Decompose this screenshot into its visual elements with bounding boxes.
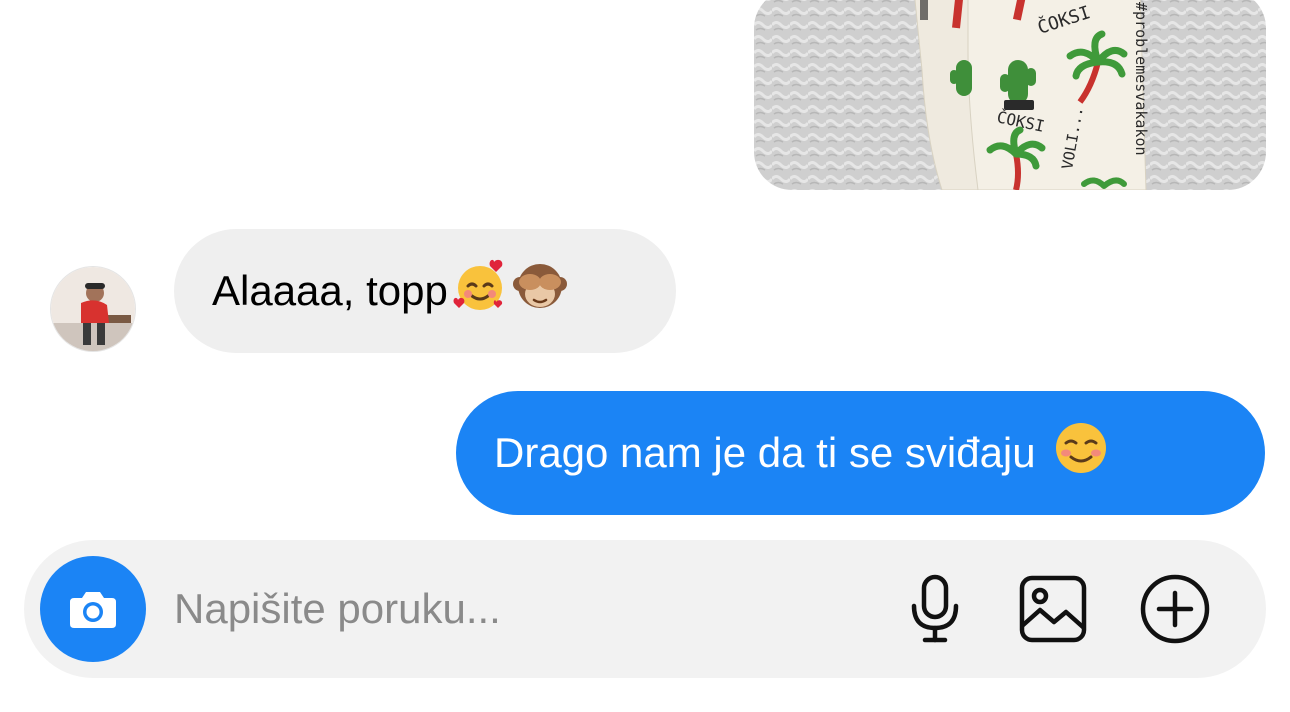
camera-icon (70, 592, 116, 628)
incoming-message-text: Alaaaa, topp (212, 267, 448, 314)
plus-circle-icon (1140, 574, 1210, 644)
photo-attachment[interactable]: ČOKSI ČOKSI #problemesvakakon VOLI... (754, 0, 1266, 190)
outgoing-message-text: Drago nam je da ti se sviđaju (494, 429, 1036, 476)
more-options-button[interactable] (1138, 572, 1212, 646)
gallery-button[interactable] (1016, 572, 1090, 646)
chat-screen: ČOKSI ČOKSI #problemesvakakon VOLI... Al… (0, 0, 1290, 712)
sock-stripe-mark (920, 0, 928, 20)
avatar-photo (51, 267, 135, 351)
socks-photo: ČOKSI ČOKSI #problemesvakakon VOLI... (754, 0, 1266, 190)
smiling-face-with-hearts-icon (452, 258, 508, 324)
see-no-evil-monkey-icon (512, 258, 568, 324)
sock-hashtag: #problemesvakakon (1132, 2, 1150, 156)
outgoing-message-bubble[interactable]: Drago nam je da ti se sviđaju (456, 391, 1265, 515)
smiling-face-icon (1052, 419, 1110, 487)
message-input[interactable] (174, 579, 874, 639)
camera-button[interactable] (40, 556, 146, 662)
contact-avatar[interactable] (50, 266, 136, 352)
microphone-icon (911, 574, 959, 643)
voice-message-button[interactable] (898, 572, 972, 646)
incoming-message-bubble[interactable]: Alaaaa, topp (174, 229, 676, 353)
message-composer (24, 540, 1266, 678)
gallery-icon (1019, 575, 1087, 643)
